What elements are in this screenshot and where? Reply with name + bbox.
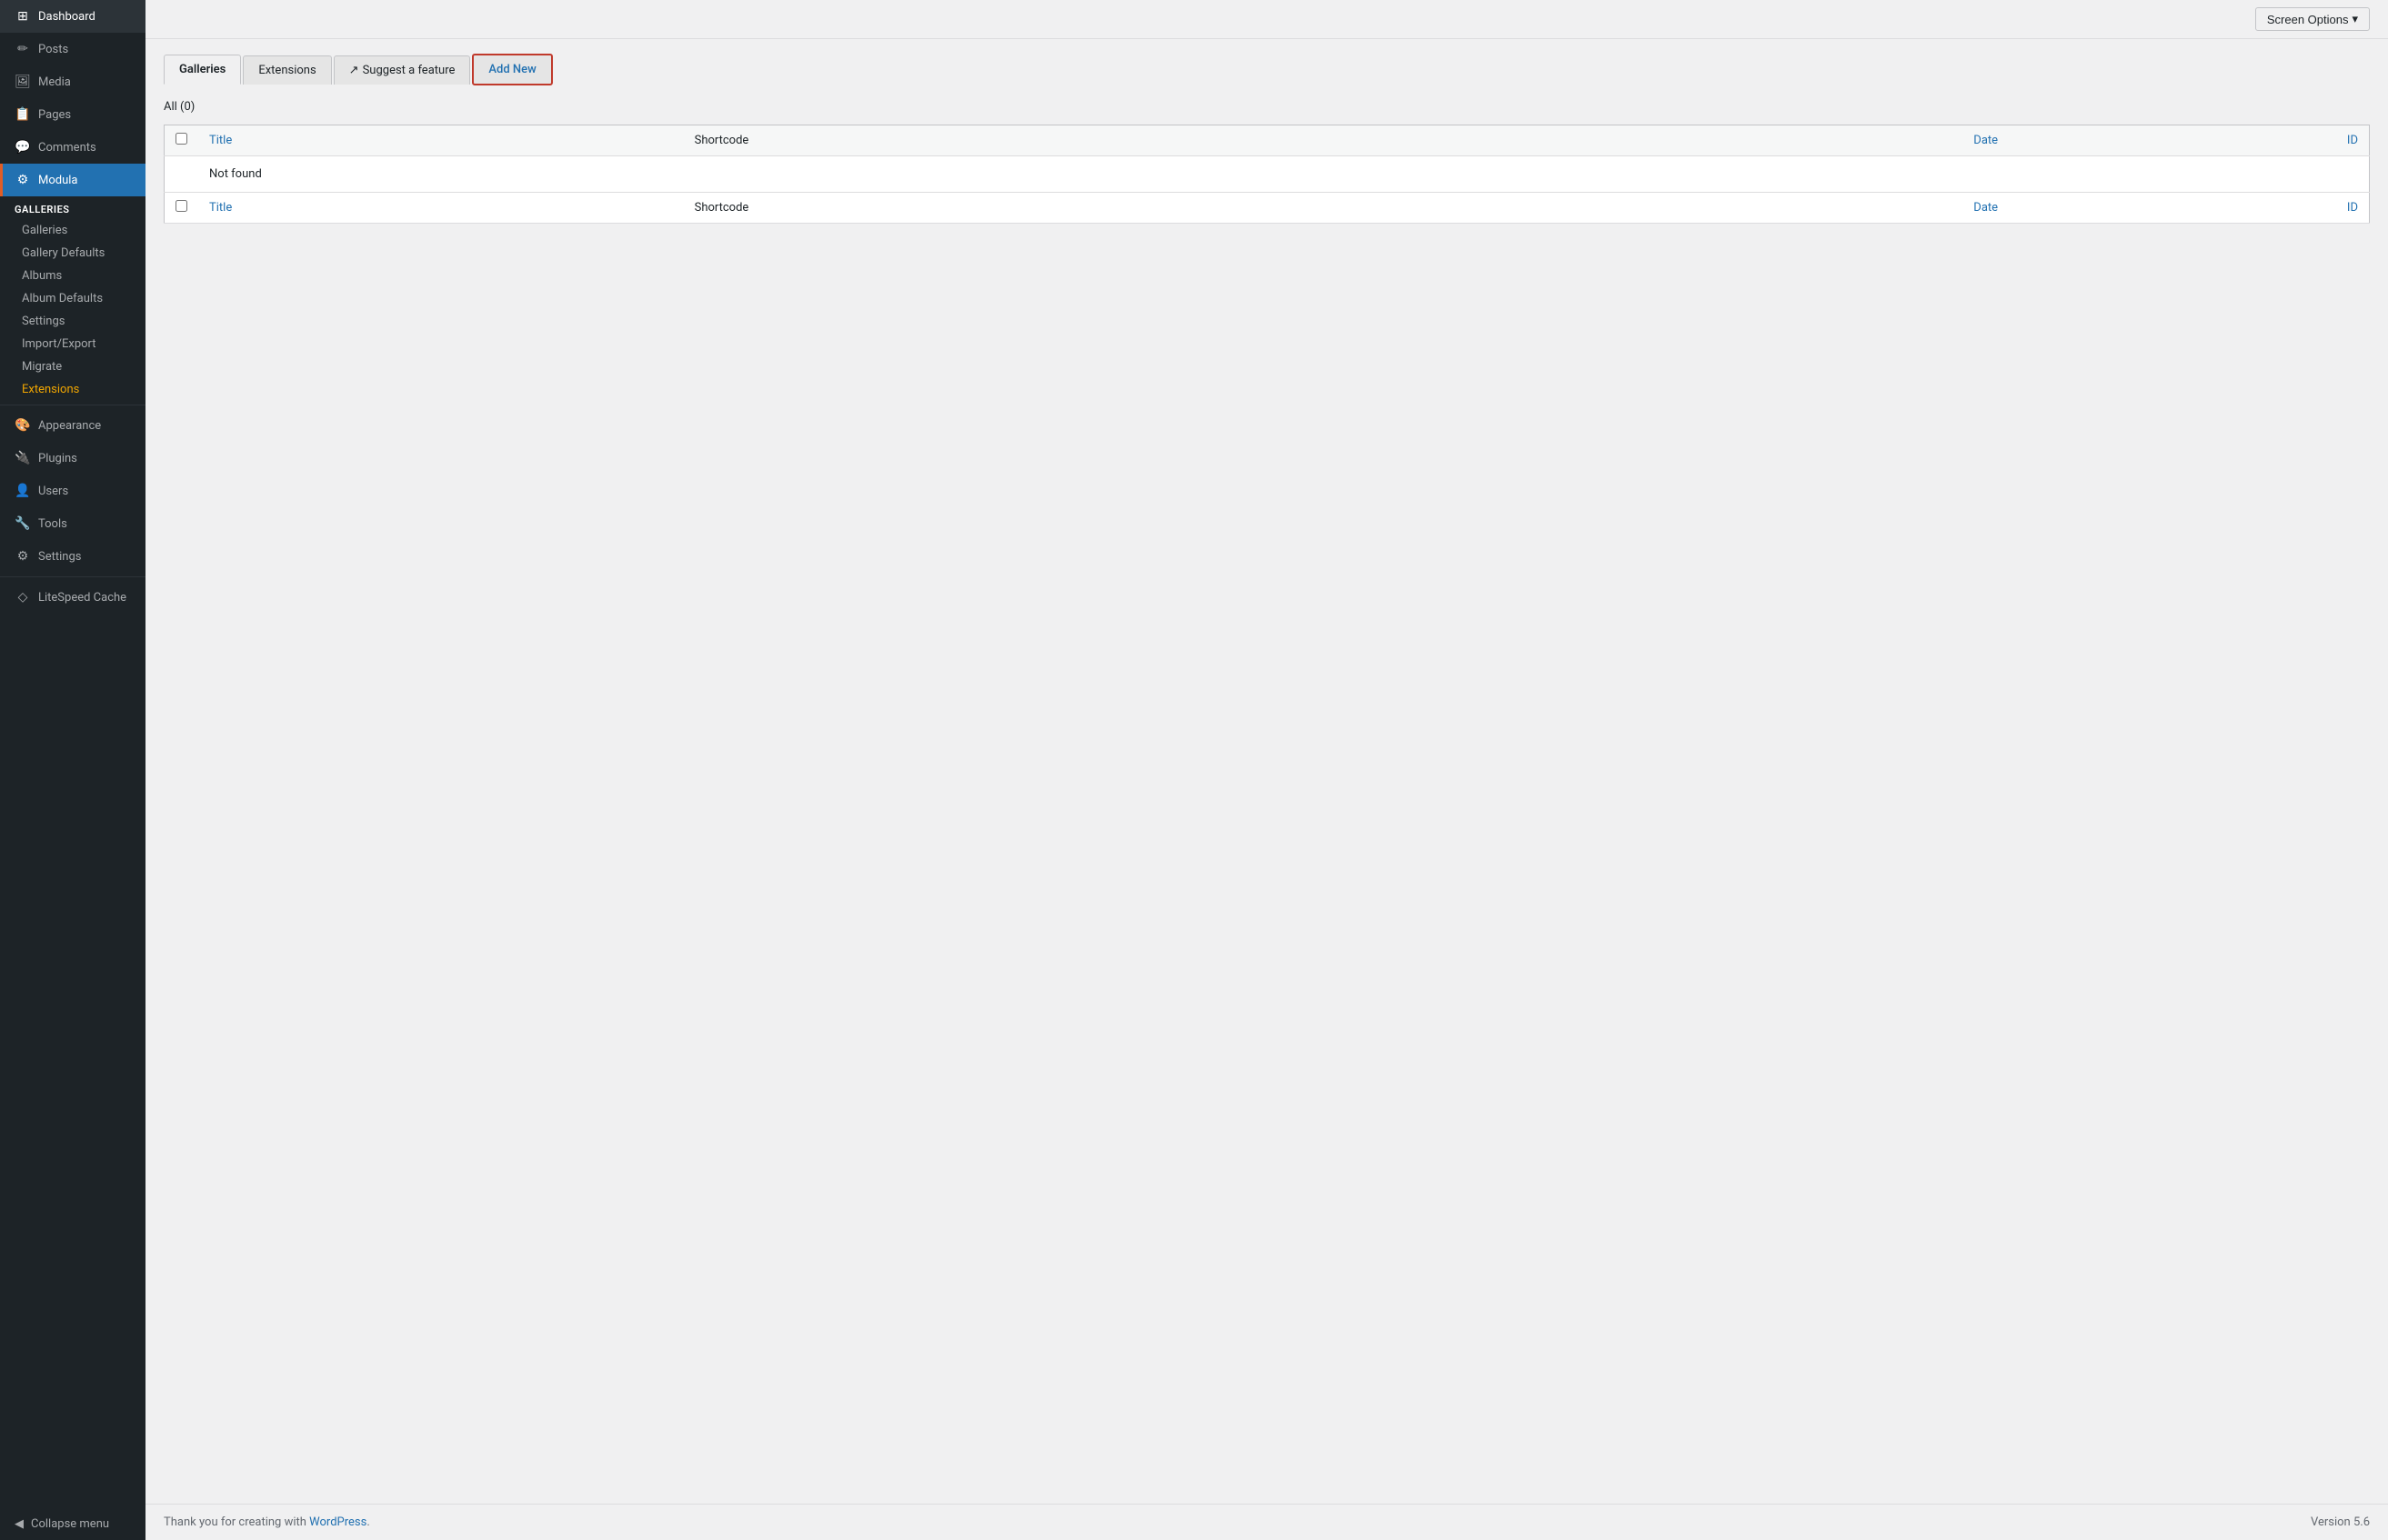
sidebar: ⊞ Dashboard ✏ Posts 🖼 Media 📋 Pages 💬 Co… bbox=[0, 0, 145, 1540]
sidebar-item-plugins[interactable]: 🔌 Plugins bbox=[0, 442, 145, 475]
column-footer-date[interactable]: Date bbox=[1509, 193, 2009, 224]
sidebar-item-pages[interactable]: 📋 Pages bbox=[0, 98, 145, 131]
sidebar-item-posts[interactable]: ✏ Posts bbox=[0, 33, 145, 65]
sidebar-item-comments[interactable]: 💬 Comments bbox=[0, 131, 145, 164]
column-footer-id[interactable]: ID bbox=[2009, 193, 2369, 224]
collapse-icon: ◀ bbox=[15, 1517, 24, 1531]
litespeed-icon: ◇ bbox=[15, 590, 31, 605]
screen-options-arrow-icon: ▾ bbox=[2352, 12, 2358, 26]
sidebar-item-tools[interactable]: 🔧 Tools bbox=[0, 507, 145, 540]
column-footer-shortcode: Shortcode bbox=[684, 193, 1509, 224]
sidebar-subitem-albums[interactable]: Albums bbox=[0, 265, 145, 287]
sidebar-divider-2 bbox=[0, 576, 145, 577]
column-header-id[interactable]: ID bbox=[2009, 125, 2369, 156]
footer-version: Version 5.6 bbox=[2311, 1515, 2370, 1529]
column-footer-title[interactable]: Title bbox=[198, 193, 684, 224]
screen-options-button[interactable]: Screen Options ▾ bbox=[2255, 7, 2370, 31]
sidebar-item-modula[interactable]: ⚙ Modula bbox=[0, 164, 145, 196]
content-area: Galleries Extensions ↗ Suggest a feature… bbox=[145, 39, 2388, 1504]
column-header-title[interactable]: Title bbox=[198, 125, 684, 156]
settings-icon: ⚙ bbox=[15, 549, 31, 564]
select-all-cell[interactable] bbox=[165, 125, 199, 156]
table-row-not-found: Not found bbox=[165, 156, 2370, 193]
tab-add-new[interactable]: Add New bbox=[472, 54, 552, 85]
sidebar-subitem-import-export[interactable]: Import/Export bbox=[0, 333, 145, 355]
users-icon: 👤 bbox=[15, 484, 31, 498]
table-header-row: Title Shortcode Date ID bbox=[165, 125, 2370, 156]
pages-icon: 📋 bbox=[15, 107, 31, 122]
sidebar-item-litespeed[interactable]: ◇ LiteSpeed Cache bbox=[0, 581, 145, 614]
tab-suggest-feature[interactable]: ↗ Suggest a feature bbox=[334, 55, 471, 85]
sidebar-item-media[interactable]: 🖼 Media bbox=[0, 65, 145, 98]
sidebar-subitem-gallery-defaults[interactable]: Gallery Defaults bbox=[0, 242, 145, 265]
galleries-table: Title Shortcode Date ID Not found Title … bbox=[164, 125, 2370, 224]
appearance-icon: 🎨 bbox=[15, 418, 31, 433]
posts-icon: ✏ bbox=[15, 42, 31, 56]
sidebar-item-settings[interactable]: ⚙ Settings bbox=[0, 540, 145, 573]
topbar: Screen Options ▾ bbox=[145, 0, 2388, 39]
sidebar-subitem-settings[interactable]: Settings bbox=[0, 310, 145, 333]
all-count: All (0) bbox=[164, 100, 2370, 114]
table-footer-row: Title Shortcode Date ID bbox=[165, 193, 2370, 224]
sidebar-subitem-galleries[interactable]: Galleries bbox=[0, 219, 145, 242]
footer-left: Thank you for creating with WordPress. bbox=[164, 1515, 370, 1529]
not-found-checkbox-cell bbox=[165, 156, 199, 193]
sidebar-subitem-migrate[interactable]: Migrate bbox=[0, 355, 145, 378]
tab-galleries[interactable]: Galleries bbox=[164, 55, 241, 85]
media-icon: 🖼 bbox=[15, 75, 31, 89]
tab-navigation: Galleries Extensions ↗ Suggest a feature… bbox=[164, 54, 2370, 85]
sidebar-item-appearance[interactable]: 🎨 Appearance bbox=[0, 409, 145, 442]
comments-icon: 💬 bbox=[15, 140, 31, 155]
plugins-icon: 🔌 bbox=[15, 451, 31, 465]
collapse-menu[interactable]: ◀ Collapse menu bbox=[0, 1508, 145, 1540]
external-link-icon: ↗ bbox=[349, 64, 359, 77]
sidebar-subitem-album-defaults[interactable]: Album Defaults bbox=[0, 287, 145, 310]
modula-section-title: Galleries bbox=[0, 196, 145, 219]
select-all-footer-cell[interactable] bbox=[165, 193, 199, 224]
sidebar-item-users[interactable]: 👤 Users bbox=[0, 475, 145, 507]
main-content: Screen Options ▾ Galleries Extensions ↗ … bbox=[145, 0, 2388, 1540]
not-found-message: Not found bbox=[198, 156, 2370, 193]
wordpress-link[interactable]: WordPress bbox=[309, 1515, 366, 1529]
tools-icon: 🔧 bbox=[15, 516, 31, 531]
dashboard-icon: ⊞ bbox=[15, 9, 31, 24]
modula-icon: ⚙ bbox=[15, 173, 31, 187]
column-header-date[interactable]: Date bbox=[1509, 125, 2009, 156]
sidebar-subitem-extensions[interactable]: Extensions bbox=[0, 378, 145, 401]
footer: Thank you for creating with WordPress. V… bbox=[145, 1504, 2388, 1540]
tab-extensions[interactable]: Extensions bbox=[243, 55, 331, 85]
select-all-checkbox[interactable] bbox=[176, 133, 187, 145]
sidebar-item-dashboard[interactable]: ⊞ Dashboard bbox=[0, 0, 145, 33]
select-all-footer-checkbox[interactable] bbox=[176, 200, 187, 212]
column-header-shortcode: Shortcode bbox=[684, 125, 1509, 156]
